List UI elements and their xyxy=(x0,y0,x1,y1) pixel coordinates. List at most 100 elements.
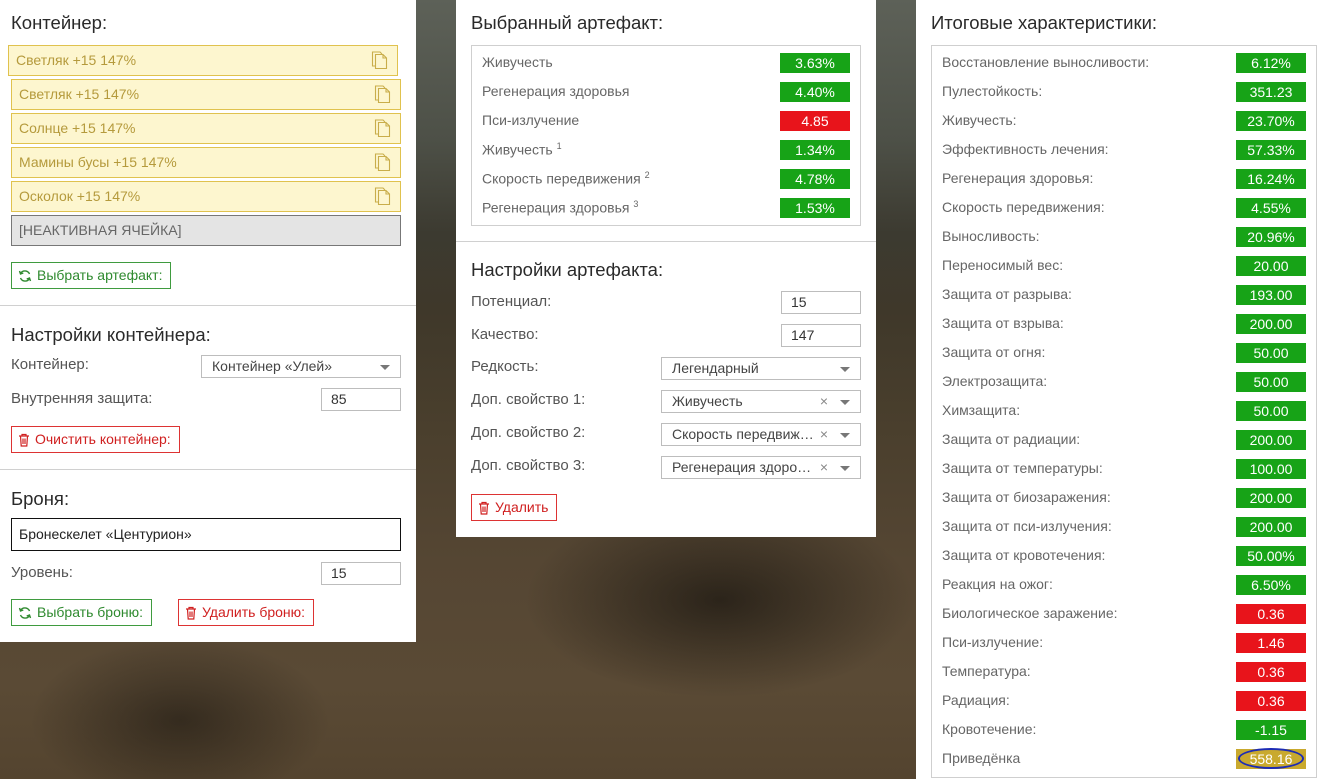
copy-icon[interactable] xyxy=(374,187,391,206)
total-stat-row: Выносливость: 20.96% xyxy=(932,223,1316,252)
artifact-slot[interactable]: Светляк +15 147% xyxy=(11,79,401,110)
stat-footnote: 1 xyxy=(556,141,562,151)
stat-value-badge: 23.70% xyxy=(1236,111,1306,131)
stat-value-badge: 16.24% xyxy=(1236,169,1306,189)
protection-input[interactable]: 85 xyxy=(321,388,401,411)
artifact-slot[interactable]: Мамины бусы +15 147% xyxy=(11,147,401,178)
stat-value-badge: 1.34% xyxy=(780,140,850,160)
totals-title: Итоговые характеристики: xyxy=(931,12,1158,33)
stat-name: Химзащита: xyxy=(942,402,1020,418)
total-stat-row: Защита от радиации: 200.00 xyxy=(932,426,1316,455)
extra-property-3-select[interactable]: Регенерация здоровья × xyxy=(661,456,861,479)
stat-value: 100.00 xyxy=(1249,461,1293,477)
stat-name: Защита от радиации: xyxy=(942,431,1080,447)
trash-icon xyxy=(479,501,489,515)
container-select[interactable]: Контейнер «Улей» xyxy=(201,355,401,378)
stat-footnote: 2 xyxy=(644,170,650,180)
artifact-slot-label: Светляк +15 147% xyxy=(16,52,137,68)
delete-armor-label: Удалить броню: xyxy=(202,604,306,620)
select-artifact-label: Выбрать артефакт: xyxy=(37,267,163,283)
stat-value-badge: 4.40% xyxy=(780,82,850,102)
stat-value-badge: 6.12% xyxy=(1236,53,1306,73)
selected-artifact-stats: Живучесть 3.63% Регенерация здоровья 4.40% П… xyxy=(471,45,861,226)
stat-name: Пси-излучение xyxy=(482,112,579,128)
clear-icon[interactable]: × xyxy=(820,424,828,445)
divider xyxy=(0,469,416,470)
armor-name-field[interactable]: Бронескелет «Центурион» xyxy=(11,518,401,551)
extra-property-1-value: Живучесть xyxy=(672,393,743,409)
total-stat-row: Биологическое заражение: 0.36 xyxy=(932,600,1316,629)
stat-value: 0.36 xyxy=(1257,664,1285,680)
selected-artifact-title: Выбранный артефакт: xyxy=(471,12,664,33)
total-stat-row: Защита от разрыва: 193.00 xyxy=(932,281,1316,310)
copy-icon[interactable] xyxy=(374,85,391,104)
stat-name-text: Живучесть xyxy=(482,141,553,158)
stat-value: 1.53% xyxy=(795,200,835,216)
stat-name: Защита от температуры: xyxy=(942,460,1103,476)
artifact-stat-row: Пси-излучение 4.85 xyxy=(472,107,860,136)
potential-input[interactable]: 15 xyxy=(781,291,861,314)
total-stat-row: Температура: 0.36 xyxy=(932,658,1316,687)
stat-name: Защита от биозаражения: xyxy=(942,489,1111,505)
totals-panel: Итоговые характеристики: Восстановление … xyxy=(916,0,1317,779)
extra-property-1-label: Доп. свойство 1: xyxy=(471,391,586,408)
stat-value: -1.15 xyxy=(1255,722,1287,738)
total-stat-row: Живучесть: 23.70% xyxy=(932,107,1316,136)
stat-value: 20.96% xyxy=(1247,229,1295,245)
artifact-slot[interactable]: Осколок +15 147% xyxy=(11,181,401,212)
artifact-stat-row: Скорость передвижения 2 4.78% xyxy=(472,165,860,194)
copy-icon[interactable] xyxy=(371,51,388,70)
stat-value: 50.00 xyxy=(1253,403,1289,419)
stat-value-badge: 0.36 xyxy=(1236,662,1306,682)
delete-artifact-label: Удалить xyxy=(495,499,549,515)
stat-name: Защита от разрыва: xyxy=(942,286,1072,302)
total-stat-row: Защита от биозаражения: 200.00 xyxy=(932,484,1316,513)
rarity-select[interactable]: Легендарный xyxy=(661,357,861,380)
copy-icon[interactable] xyxy=(374,119,391,138)
stat-name: Живучесть 1 xyxy=(482,141,562,158)
stat-name: Пси-излучение: xyxy=(942,634,1043,650)
quality-input[interactable]: 147 xyxy=(781,324,861,347)
stat-value-badge: 200.00 xyxy=(1236,430,1306,450)
armor-level-input[interactable]: 15 xyxy=(321,562,401,585)
select-armor-button[interactable]: Выбрать броню: xyxy=(11,599,152,626)
stat-value-badge: 50.00 xyxy=(1236,372,1306,392)
stat-name-text: Регенерация здоровья: xyxy=(942,170,1094,186)
stat-name-text: Переносимый вес: xyxy=(942,257,1064,273)
extra-property-2-select[interactable]: Скорость передвижения × xyxy=(661,423,861,446)
copy-icon[interactable] xyxy=(374,153,391,172)
container-title: Контейнер: xyxy=(11,12,108,33)
stat-name-text: Защита от кровотечения: xyxy=(942,547,1106,563)
stat-name-text: Скорость передвижения: xyxy=(942,199,1105,215)
stat-value: 20.00 xyxy=(1253,258,1289,274)
stat-value-badge: 4.85 xyxy=(780,111,850,131)
stat-name: Скорость передвижения: xyxy=(942,199,1105,215)
select-artifact-button[interactable]: Выбрать артефакт: xyxy=(11,262,172,289)
clear-container-button[interactable]: Очистить контейнер: xyxy=(11,426,180,453)
refresh-icon xyxy=(18,607,32,619)
artifact-slot[interactable]: Солнце +15 147% xyxy=(11,113,401,144)
stat-name-text: Химзащита: xyxy=(942,402,1021,418)
artifact-slot[interactable]: Светляк +15 147% xyxy=(8,45,398,76)
refresh-icon xyxy=(18,270,32,282)
stat-name-text: Регенерация здоровья xyxy=(482,199,630,216)
chevron-down-icon xyxy=(840,466,850,471)
chevron-down-icon xyxy=(840,433,850,438)
artifact-stat-row: Живучесть 1 1.34% xyxy=(472,136,860,165)
armor-level-label: Уровень: xyxy=(11,564,73,581)
stat-name-text: Приведёнка xyxy=(942,750,1021,766)
clear-icon[interactable]: × xyxy=(820,457,828,478)
total-stat-row: Защита от взрыва: 200.00 xyxy=(932,310,1316,339)
select-armor-label: Выбрать броню: xyxy=(37,604,143,620)
delete-artifact-button[interactable]: Удалить xyxy=(471,494,558,521)
stat-name: Выносливость: xyxy=(942,228,1040,244)
total-stat-row: Защита от кровотечения: 50.00% xyxy=(932,542,1316,571)
clear-icon[interactable]: × xyxy=(820,391,828,412)
extra-property-3-value: Регенерация здоровья xyxy=(672,459,814,475)
stat-value-badge: 3.63% xyxy=(780,53,850,73)
chevron-down-icon xyxy=(380,365,390,370)
stat-value: 16.24% xyxy=(1247,171,1295,187)
extra-property-1-select[interactable]: Живучесть × xyxy=(661,390,861,413)
stat-value: 6.50% xyxy=(1251,577,1291,593)
delete-armor-button[interactable]: Удалить броню: xyxy=(178,599,315,626)
